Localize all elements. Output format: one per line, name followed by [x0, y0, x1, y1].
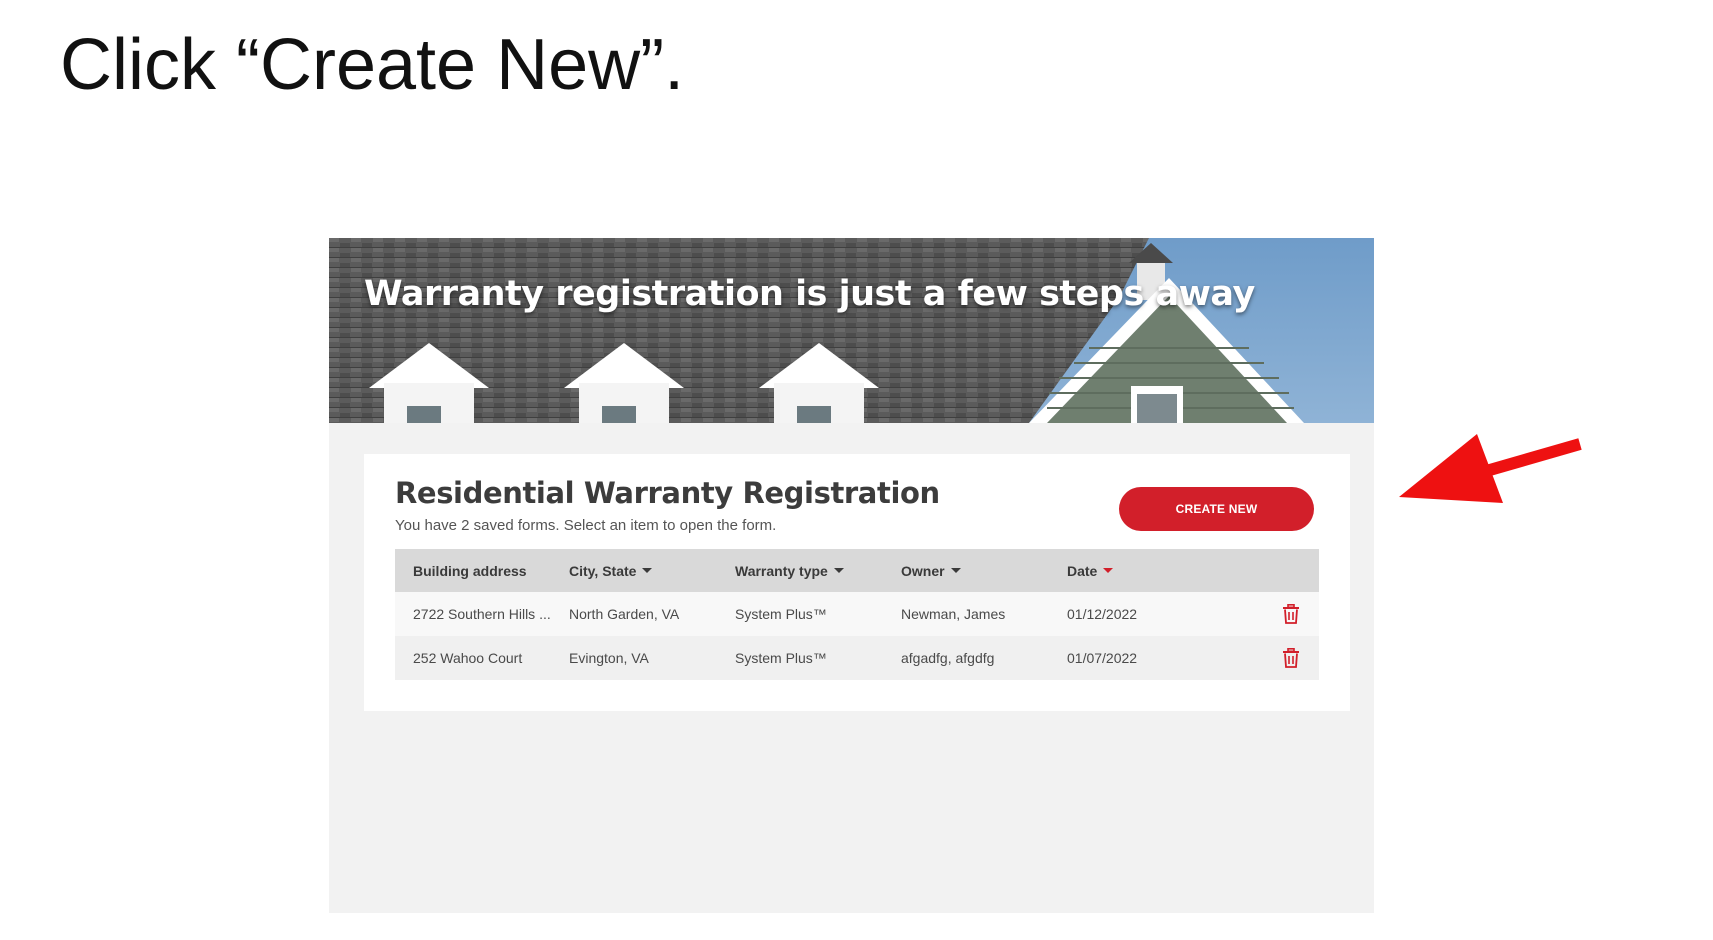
cell-date: 01/07/2022 — [1067, 650, 1138, 666]
cell-address: 2722 Southern Hills ... — [413, 606, 551, 622]
caret-down-icon — [950, 568, 961, 573]
table-row[interactable]: 2722 Southern Hills ... North Garden, VA… — [395, 592, 1319, 636]
cell-city-state: North Garden, VA — [569, 606, 680, 622]
house-roof-image — [329, 238, 1374, 423]
cell-date: 01/12/2022 — [1067, 606, 1138, 622]
table-header: Building address City, State Warranty ty… — [395, 549, 1319, 592]
cell-warranty-type: System Plus™ — [735, 650, 827, 666]
saved-forms-table: Building address City, State Warranty ty… — [395, 549, 1319, 680]
trash-icon — [1283, 604, 1299, 624]
instruction-text: Click “Create New”. — [60, 25, 685, 105]
column-header-building-address[interactable]: Building address — [413, 549, 563, 592]
registration-card: Residential Warranty Registration You ha… — [364, 454, 1350, 711]
caret-down-icon — [1103, 568, 1114, 573]
column-header-warranty-type[interactable]: Warranty type — [735, 549, 844, 592]
cell-city-state: Evington, VA — [569, 650, 649, 666]
red-arrow-icon — [1399, 434, 1582, 503]
cell-owner: afgadfg, afgdfg — [901, 650, 995, 666]
column-header-owner[interactable]: Owner — [901, 549, 961, 592]
cell-owner: Newman, James — [901, 606, 1006, 622]
card-title: Residential Warranty Registration — [395, 476, 940, 510]
delete-button[interactable] — [1282, 592, 1300, 636]
delete-button[interactable] — [1282, 636, 1300, 680]
hero-title: Warranty registration is just a few step… — [364, 274, 1255, 314]
caret-down-icon — [833, 568, 844, 573]
column-header-city-state[interactable]: City, State — [569, 549, 653, 592]
cell-warranty-type: System Plus™ — [735, 606, 827, 622]
app-screenshot: Warranty registration is just a few step… — [329, 238, 1374, 913]
card-subtitle: You have 2 saved forms. Select an item t… — [395, 517, 777, 534]
hero-banner: Warranty registration is just a few step… — [329, 238, 1374, 423]
create-new-button[interactable]: CREATE NEW — [1119, 487, 1314, 531]
column-header-date[interactable]: Date — [1067, 549, 1114, 592]
caret-down-icon — [642, 568, 653, 573]
cell-address: 252 Wahoo Court — [413, 650, 523, 666]
table-row[interactable]: 252 Wahoo Court Evington, VA System Plus… — [395, 636, 1319, 680]
trash-icon — [1283, 648, 1299, 668]
